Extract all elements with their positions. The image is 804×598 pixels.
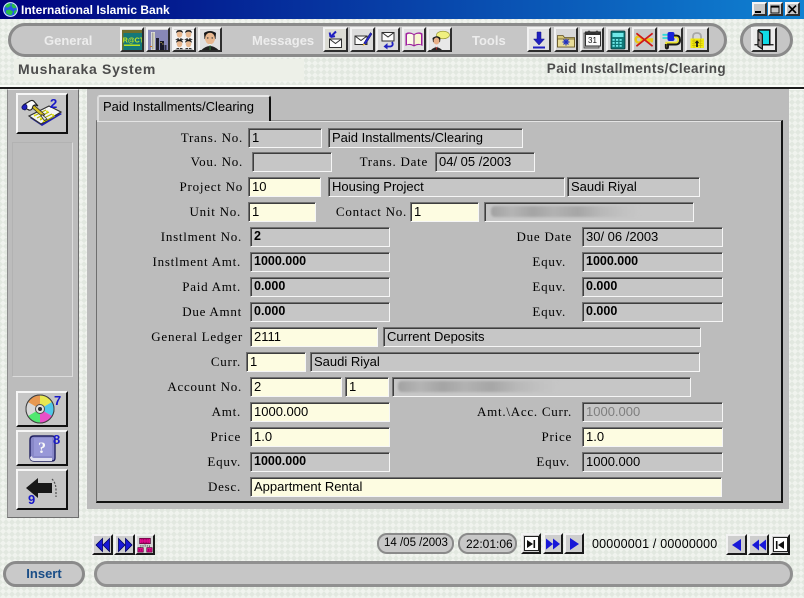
svg-text:R@CT: R@CT: [123, 37, 142, 44]
svg-text:2: 2: [50, 96, 57, 111]
svg-text:31: 31: [588, 36, 597, 45]
